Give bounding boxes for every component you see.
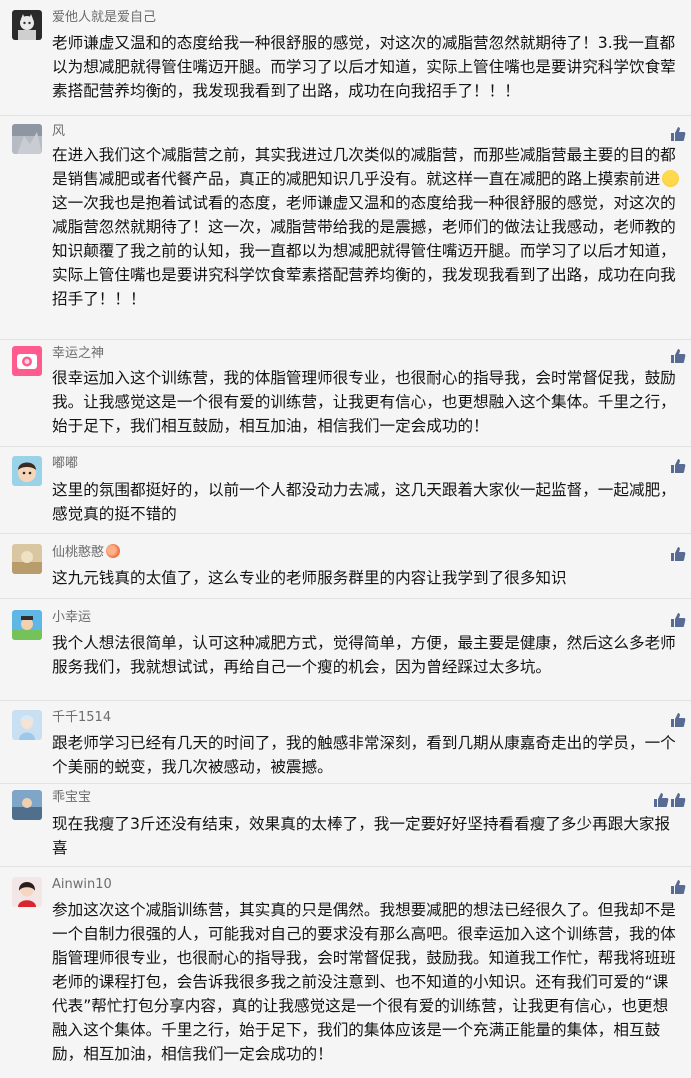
pensive-face-emoji-icon	[662, 170, 680, 187]
divider	[0, 533, 691, 534]
commenter-name[interactable]: Ainwin10	[52, 877, 112, 893]
commenter-name[interactable]: 乖宝宝	[52, 790, 91, 806]
like-button[interactable]	[670, 126, 686, 142]
divider	[0, 339, 691, 340]
like-button[interactable]	[670, 458, 686, 474]
comment-text: 很幸运加入这个训练营，我的体脂管理师很专业，也很耐心的指导我，会时常督促我，鼓励…	[52, 369, 676, 435]
thumbs-up-icon	[671, 880, 686, 894]
avatar[interactable]	[12, 10, 42, 40]
thumbs-up-icon	[671, 459, 686, 473]
divider	[0, 598, 691, 599]
commenter-name[interactable]: 仙桃憨憨	[52, 544, 121, 561]
avatar[interactable]	[12, 124, 42, 154]
like-button[interactable]	[653, 792, 669, 808]
avatar[interactable]	[12, 610, 42, 640]
thumbs-up-icon	[671, 127, 686, 141]
comment-text: 现在我瘦了3斤还没有结束，效果真的太棒了，我一定要好好坚持看看瘦了多少再跟大家报…	[52, 815, 671, 857]
commenter-name-text: 仙桃憨憨	[52, 545, 105, 560]
thumbs-up-icon	[654, 793, 669, 807]
commenter-name[interactable]: 风	[52, 124, 65, 140]
thumbs-up-icon	[671, 547, 686, 561]
thumbs-up-icon	[671, 713, 686, 727]
peach-emoji-icon	[106, 544, 121, 558]
avatar[interactable]	[12, 877, 42, 907]
thumbs-up-icon	[671, 793, 686, 807]
comment-text-part: 在进入我们这个减脂营之前，其实我进过几次类似的减脂营，而那些减脂营最主要的目的都…	[52, 146, 676, 188]
avatar[interactable]	[12, 710, 42, 740]
comment-text: 跟老师学习已经有几天的时间了，我的触感非常深刻，看到几期从康嘉奇走出的学员，一个…	[52, 734, 676, 776]
like-button[interactable]	[670, 879, 686, 895]
comment-text: 这里的氛围都挺好的，以前一个人都没动力去减，这几天跟着大家伙一起监督，一起减肥，…	[52, 481, 676, 523]
divider	[0, 700, 691, 701]
like-button-secondary[interactable]	[670, 792, 686, 808]
like-button[interactable]	[670, 348, 686, 364]
commenter-name[interactable]: 嘟嘟	[52, 456, 78, 472]
comment-text: 老师谦虚又温和的态度给我一种很舒服的感觉，对这次的减脂营忽然就期待了！3.我一直…	[52, 34, 676, 100]
divider	[0, 446, 691, 447]
commenter-name[interactable]: 爱他人就是爱自己	[52, 10, 156, 26]
avatar[interactable]	[12, 544, 42, 574]
commenter-name[interactable]: 千千1514	[52, 710, 111, 726]
divider	[0, 115, 691, 116]
like-button[interactable]	[670, 612, 686, 628]
divider	[0, 783, 691, 784]
thumbs-up-icon	[671, 349, 686, 363]
thumbs-up-icon	[671, 613, 686, 627]
avatar[interactable]	[12, 790, 42, 820]
comment-text: 这九元钱真的太值了，这么专业的老师服务群里的内容让我学到了很多知识	[52, 569, 567, 587]
commenter-name[interactable]: 小幸运	[52, 610, 91, 626]
like-button[interactable]	[670, 712, 686, 728]
comment-text-part: 这一次我也是抱着试试看的态度，老师谦虚又温和的态度给我一种很舒服的感觉，对这次的…	[52, 194, 676, 308]
like-button[interactable]	[670, 546, 686, 562]
avatar[interactable]	[12, 456, 42, 486]
comment-text: 参加这次这个减脂训练营，其实真的只是偶然。我想要减肥的想法已经很久了。但我却不是…	[52, 901, 676, 1063]
commenter-name[interactable]: 幸运之神	[52, 346, 104, 362]
comment-text: 在进入我们这个减脂营之前，其实我进过几次类似的减脂营，而那些减脂营最主要的目的都…	[52, 143, 682, 311]
divider	[0, 866, 691, 867]
comment-text: 我个人想法很简单，认可这种减肥方式，觉得简单，方便，最主要是健康，然后这么多老师…	[52, 634, 676, 676]
avatar[interactable]	[12, 346, 42, 376]
